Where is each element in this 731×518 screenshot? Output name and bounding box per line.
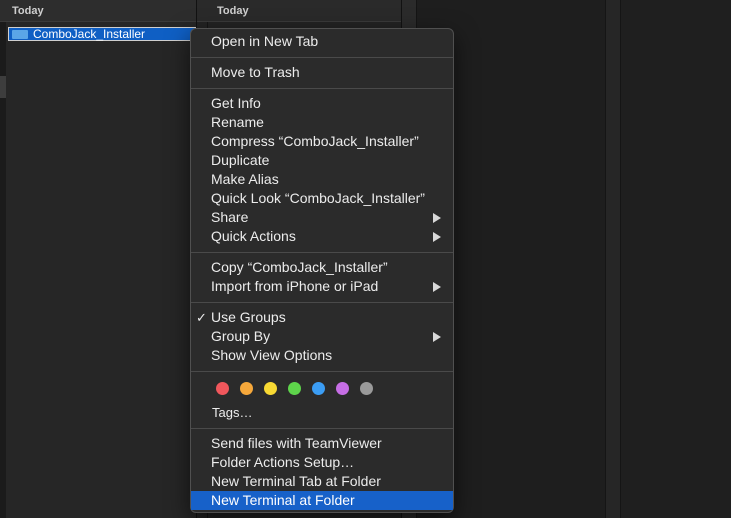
- menu-item-use-groups[interactable]: ✓ Use Groups: [191, 308, 453, 327]
- menu-separator: [191, 428, 453, 429]
- menu-item-label: Copy “ComboJack_Installer”: [211, 259, 388, 275]
- checkmark-icon: ✓: [196, 310, 207, 325]
- menu-item-label: Move to Trash: [211, 64, 300, 80]
- menu-item-label: New Terminal at Folder: [211, 492, 355, 508]
- menu-item-label: Duplicate: [211, 152, 270, 168]
- menu-item-quick-look[interactable]: Quick Look “ComboJack_Installer”: [191, 189, 453, 208]
- menu-item-label: Group By: [211, 328, 271, 344]
- column-header-today-2: Today: [197, 0, 401, 22]
- submenu-arrow-icon: [433, 213, 441, 223]
- column-scrollbar-2[interactable]: [606, 0, 621, 518]
- context-menu: Open in New Tab Move to Trash Get Info R…: [190, 28, 454, 513]
- menu-separator: [191, 371, 453, 372]
- menu-item-label: Open in New Tab: [211, 33, 319, 49]
- menu-item-copy[interactable]: Copy “ComboJack_Installer”: [191, 258, 453, 277]
- menu-item-label: Rename: [211, 114, 264, 130]
- tag-red-dot[interactable]: [216, 382, 229, 395]
- menu-item-make-alias[interactable]: Make Alias: [191, 170, 453, 189]
- tag-blue-dot[interactable]: [312, 382, 325, 395]
- menu-item-tags[interactable]: Tags…: [191, 403, 453, 422]
- finder-column-1: Today ComboJack_Installer: [0, 0, 197, 518]
- menu-item-rename[interactable]: Rename: [191, 113, 453, 132]
- menu-item-duplicate[interactable]: Duplicate: [191, 151, 453, 170]
- menu-item-label: Quick Look “ComboJack_Installer”: [211, 190, 425, 206]
- menu-item-label: Compress “ComboJack_Installer”: [211, 133, 419, 149]
- menu-item-label: Send files with TeamViewer: [211, 435, 382, 451]
- menu-separator: [191, 57, 453, 58]
- folder-icon: [12, 30, 28, 39]
- menu-item-label: Use Groups: [211, 309, 286, 325]
- menu-item-label: Share: [211, 209, 249, 225]
- submenu-arrow-icon: [433, 232, 441, 242]
- menu-item-compress[interactable]: Compress “ComboJack_Installer”: [191, 132, 453, 151]
- tag-purple-dot[interactable]: [336, 382, 349, 395]
- menu-item-new-terminal[interactable]: New Terminal at Folder: [191, 491, 453, 510]
- file-name: ComboJack_Installer: [33, 27, 146, 41]
- submenu-arrow-icon: [433, 282, 441, 292]
- menu-item-send-teamviewer[interactable]: Send files with TeamViewer: [191, 434, 453, 453]
- menu-item-folder-actions-setup[interactable]: Folder Actions Setup…: [191, 453, 453, 472]
- menu-separator: [191, 302, 453, 303]
- menu-item-show-view-options[interactable]: Show View Options: [191, 346, 453, 365]
- menu-item-share[interactable]: Share: [191, 208, 453, 227]
- column-header-today: Today: [0, 0, 196, 22]
- menu-item-label: Get Info: [211, 95, 261, 111]
- preview-pane: [621, 0, 731, 518]
- menu-item-quick-actions[interactable]: Quick Actions: [191, 227, 453, 246]
- tag-yellow-dot[interactable]: [264, 382, 277, 395]
- menu-item-group-by[interactable]: Group By: [191, 327, 453, 346]
- menu-item-move-to-trash[interactable]: Move to Trash: [191, 63, 453, 82]
- menu-item-import-from-iphone[interactable]: Import from iPhone or iPad: [191, 277, 453, 296]
- menu-item-label: Folder Actions Setup…: [211, 454, 355, 470]
- menu-separator: [191, 252, 453, 253]
- menu-item-label: New Terminal Tab at Folder: [211, 473, 381, 489]
- menu-item-open-in-new-tab[interactable]: Open in New Tab: [191, 32, 453, 51]
- menu-item-label: Tags…: [212, 405, 253, 420]
- menu-separator: [191, 88, 453, 89]
- tag-green-dot[interactable]: [288, 382, 301, 395]
- menu-item-label: Show View Options: [211, 347, 333, 363]
- tag-gray-dot[interactable]: [360, 382, 373, 395]
- submenu-arrow-icon: [433, 332, 441, 342]
- menu-item-label: Make Alias: [211, 171, 279, 187]
- selected-file-row[interactable]: ComboJack_Installer: [8, 27, 196, 41]
- menu-item-label: Import from iPhone or iPad: [211, 278, 379, 294]
- menu-item-new-terminal-tab[interactable]: New Terminal Tab at Folder: [191, 472, 453, 491]
- tag-orange-dot[interactable]: [240, 382, 253, 395]
- scroll-thumb[interactable]: [0, 76, 6, 98]
- menu-item-label: Quick Actions: [211, 228, 296, 244]
- menu-item-get-info[interactable]: Get Info: [191, 94, 453, 113]
